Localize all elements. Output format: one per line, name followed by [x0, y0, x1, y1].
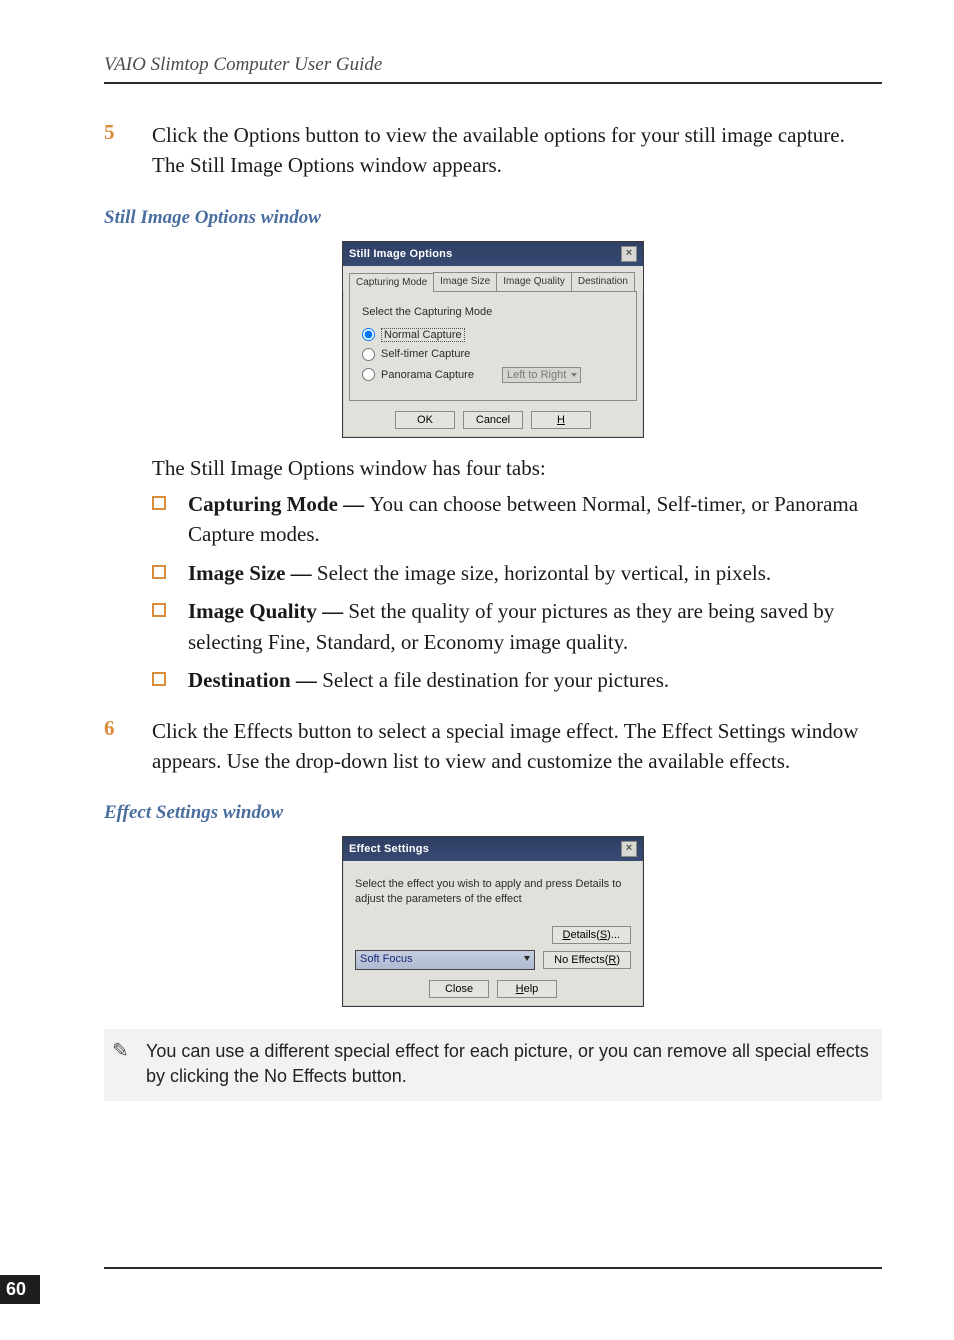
step-6: 6 Click the Effects button to select a s…	[104, 716, 882, 777]
radio-normal-label: Normal Capture	[381, 328, 465, 342]
effect-dialog-title: Effect Settings	[349, 843, 621, 855]
bullet-destination: Destination — Select a file destination …	[152, 665, 882, 695]
effect-settings-dialog: Effect Settings × Select the effect you …	[342, 836, 644, 1007]
radio-panorama[interactable]	[362, 368, 375, 381]
dialog-title: Still Image Options	[349, 248, 621, 260]
caption-effect-settings: Effect Settings window	[104, 802, 882, 824]
tab-bar: Capturing Mode Image Size Image Quality …	[343, 266, 643, 291]
bullet-dest-term: Destination —	[188, 668, 322, 692]
radio-normal-row[interactable]: Normal Capture	[362, 328, 624, 342]
effect-dialog-body: Select the effect you wish to apply and …	[343, 861, 643, 976]
bullet-dest-desc: Select a file destination for your pictu…	[322, 668, 669, 692]
step-5-number: 5	[104, 120, 124, 181]
bullet-size-term: Image Size —	[188, 561, 317, 585]
radio-panorama-label: Panorama Capture	[381, 369, 474, 381]
dialog-button-row: OK Cancel H	[343, 407, 643, 437]
radio-panorama-row[interactable]: Panorama Capture	[362, 368, 474, 381]
no-effects-button[interactable]: No Effects(R)	[543, 951, 631, 969]
caption-still-options: Still Image Options window	[104, 207, 882, 229]
page-footer: 60	[0, 1267, 954, 1304]
close-button[interactable]: Close	[429, 980, 489, 998]
figure-effect-settings: Effect Settings × Select the effect you …	[104, 836, 882, 1007]
tab-image-quality[interactable]: Image Quality	[496, 272, 572, 291]
tabs-intro: The Still Image Options window has four …	[152, 456, 882, 481]
effect-instructions: Select the effect you wish to apply and …	[355, 877, 631, 906]
header-title: VAIO Slimtop Computer User Guide	[104, 54, 382, 75]
step-6-number: 6	[104, 716, 124, 777]
bullet-image-size: Image Size — Select the image size, hori…	[152, 558, 882, 588]
effect-dialog-titlebar: Effect Settings ×	[343, 837, 643, 861]
bullet-quality-term: Image Quality —	[188, 599, 348, 623]
radio-selftimer-row[interactable]: Self-timer Capture	[362, 348, 624, 361]
tab-capturing-mode[interactable]: Capturing Mode	[349, 273, 434, 292]
radio-selftimer-label: Self-timer Capture	[381, 348, 470, 360]
effect-select[interactable]: Soft Focus	[355, 950, 535, 970]
help-button[interactable]: Help	[497, 980, 557, 998]
bullet-image-quality: Image Quality — Set the quality of your …	[152, 596, 882, 657]
tab-destination[interactable]: Destination	[571, 272, 635, 291]
radio-selftimer[interactable]	[362, 348, 375, 361]
page-number: 60	[0, 1275, 40, 1304]
step-6-text: Click the Effects button to select a spe…	[152, 716, 882, 777]
capture-mode-prompt: Select the Capturing Mode	[362, 306, 624, 318]
bullet-capturing-mode: Capturing Mode — You can choose between …	[152, 489, 882, 550]
tab-description-list: Capturing Mode — You can choose between …	[152, 489, 882, 696]
note-text: You can use a different special effect f…	[146, 1041, 869, 1086]
dialog-titlebar: Still Image Options ×	[343, 242, 643, 266]
panorama-direction-select[interactable]: Left to Right	[502, 367, 581, 383]
close-icon[interactable]: ×	[621, 841, 637, 857]
details-button[interactable]: Details(S)...	[552, 926, 631, 944]
radio-normal[interactable]	[362, 328, 375, 341]
effect-button-row: Close Help	[343, 976, 643, 1006]
note-box: ✎ You can use a different special effect…	[104, 1029, 882, 1101]
ok-button[interactable]: OK	[395, 411, 455, 429]
step-5: 5 Click the Options button to view the a…	[104, 120, 882, 181]
step-5-line1: Click the Options button to view the ava…	[152, 123, 773, 147]
page-header: VAIO Slimtop Computer User Guide	[104, 54, 882, 84]
pencil-icon: ✎	[112, 1037, 129, 1065]
tab-image-size[interactable]: Image Size	[433, 272, 497, 291]
close-icon[interactable]: ×	[621, 246, 637, 262]
help-button[interactable]: H	[531, 411, 591, 429]
tab-panel: Select the Capturing Mode Normal Capture…	[349, 291, 637, 401]
bullet-size-desc: Select the image size, horizontal by ver…	[317, 561, 771, 585]
bullet-capture-term: Capturing Mode —	[188, 492, 369, 516]
cancel-button[interactable]: Cancel	[463, 411, 523, 429]
step-5-text: Click the Options button to view the ava…	[152, 120, 882, 181]
still-options-dialog: Still Image Options × Capturing Mode Ima…	[342, 241, 644, 438]
figure-still-options: Still Image Options × Capturing Mode Ima…	[104, 241, 882, 438]
